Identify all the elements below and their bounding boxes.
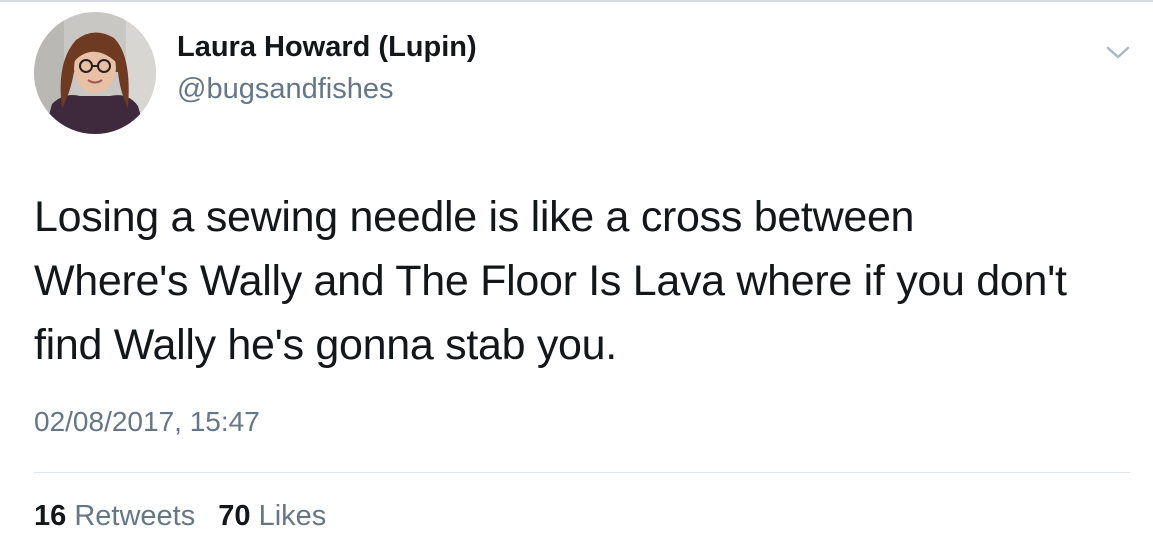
tweet-card: Laura Howard (Lupin) @bugsandfishes Losi… (0, 0, 1153, 553)
tweet-stats: 16 Retweets 70 Likes (34, 500, 326, 533)
likes-count: 70 (218, 500, 251, 532)
user-handle[interactable]: @bugsandfishes (177, 73, 393, 106)
tweet-text-line: find Wally he's gonna stab you. (34, 321, 617, 369)
likes-label: Likes (258, 500, 327, 532)
avatar-image (34, 12, 156, 134)
chevron-down-icon[interactable] (1104, 40, 1132, 64)
display-name[interactable]: Laura Howard (Lupin) (177, 31, 477, 64)
retweets-label: Retweets (74, 500, 196, 532)
tweet-text-line: Losing a sewing needle is like a cross b… (34, 193, 915, 241)
retweets-stat[interactable]: 16 Retweets (34, 500, 195, 532)
avatar[interactable] (34, 12, 156, 134)
retweets-count: 16 (34, 500, 67, 532)
tweet-text: Losing a sewing needle is like a cross b… (34, 185, 1134, 377)
likes-stat[interactable]: 70 Likes (218, 500, 326, 532)
divider (34, 472, 1130, 473)
tweet-text-line: Where's Wally and The Floor Is Lava wher… (34, 257, 1067, 305)
tweet-timestamp[interactable]: 02/08/2017, 15:47 (34, 406, 260, 438)
